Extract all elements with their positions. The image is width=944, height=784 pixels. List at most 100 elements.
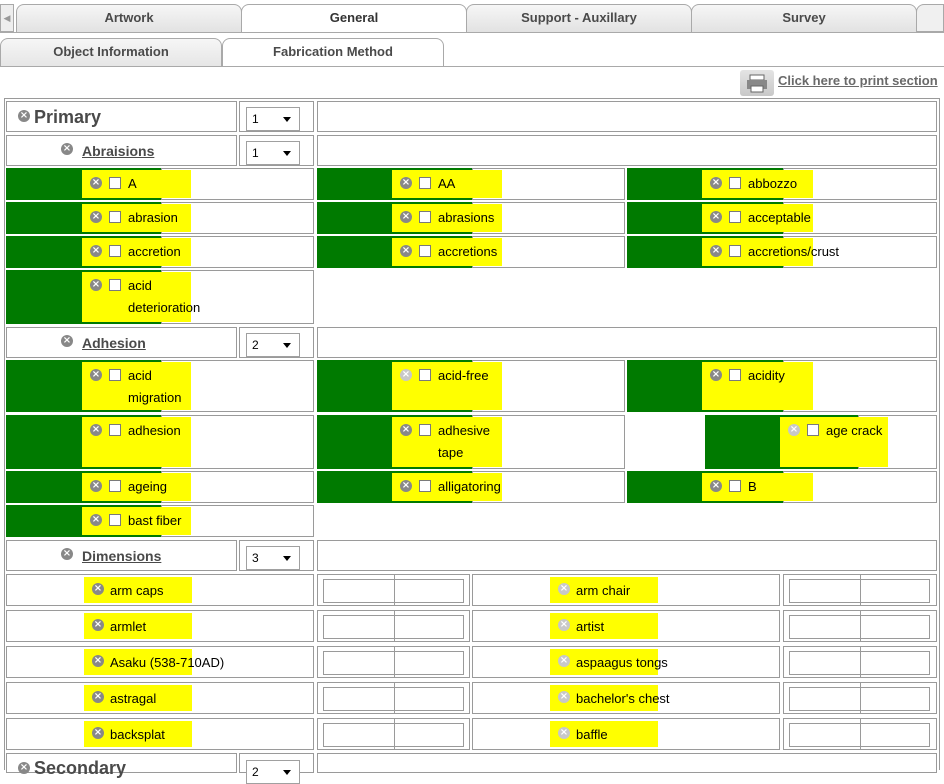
item-checkbox[interactable]: [729, 369, 741, 381]
remove-icon[interactable]: ×: [90, 424, 102, 436]
tab-divider: [0, 32, 944, 33]
remove-icon[interactable]: ×: [400, 369, 412, 381]
secondary-header-fill: [317, 753, 937, 773]
remove-icon[interactable]: ×: [90, 245, 102, 257]
item-label: bast fiber: [128, 513, 182, 528]
item-checkbox[interactable]: [109, 369, 121, 381]
remove-icon[interactable]: ×: [92, 619, 104, 631]
item-label: arm chair: [576, 583, 631, 598]
remove-icon[interactable]: ×: [558, 583, 570, 595]
remove-icon[interactable]: ×: [61, 548, 73, 560]
item-checkbox[interactable]: [419, 177, 431, 189]
item-checkbox[interactable]: [729, 211, 741, 223]
item-label: bachelor's chest: [576, 691, 670, 706]
section-title[interactable]: Dimensions: [82, 548, 161, 564]
item-label: aspaagus tongs: [576, 655, 668, 670]
remove-icon[interactable]: ×: [400, 177, 412, 189]
primary-title: Primary: [34, 107, 102, 127]
item-checkbox[interactable]: [807, 424, 819, 436]
item-checkbox[interactable]: [109, 514, 121, 526]
remove-icon[interactable]: ×: [400, 211, 412, 223]
item-label: artist: [576, 619, 605, 634]
tab-artwork[interactable]: Artwork: [16, 4, 242, 32]
remove-icon[interactable]: ×: [710, 369, 722, 381]
section-header-fill: [317, 327, 937, 358]
secondary-count-select[interactable]: 2: [246, 760, 300, 784]
item-checkbox[interactable]: [109, 245, 121, 257]
item-checkbox[interactable]: [109, 177, 121, 189]
item-checkbox[interactable]: [109, 424, 121, 436]
remove-icon[interactable]: ×: [92, 727, 104, 739]
section-title[interactable]: Abraisions: [82, 143, 154, 159]
remove-icon[interactable]: ×: [90, 369, 102, 381]
remove-icon[interactable]: ×: [61, 335, 73, 347]
remove-icon[interactable]: ×: [558, 655, 570, 667]
tab-scroll-right[interactable]: [916, 4, 944, 32]
tab-general[interactable]: General: [241, 4, 467, 32]
item-label: Asaku (538-710AD): [110, 655, 225, 670]
item-label: arm caps: [110, 583, 164, 598]
remove-icon[interactable]: ×: [400, 245, 412, 257]
remove-icon[interactable]: ×: [18, 762, 30, 774]
remove-icon[interactable]: ×: [710, 211, 722, 223]
remove-icon[interactable]: ×: [558, 727, 570, 739]
subtab-object-information[interactable]: Object Information: [0, 38, 222, 66]
remove-icon[interactable]: ×: [710, 480, 722, 492]
cell-divider: [394, 611, 395, 641]
remove-icon[interactable]: ×: [558, 619, 570, 631]
subtab-fabrication-method[interactable]: Fabrication Method: [222, 38, 444, 66]
remove-icon[interactable]: ×: [90, 514, 102, 526]
item-label: alligatoring: [438, 479, 501, 494]
section-count-select[interactable]: 2: [246, 333, 300, 357]
remove-icon[interactable]: ×: [61, 143, 73, 155]
remove-icon[interactable]: ×: [92, 655, 104, 667]
cell-divider: [394, 719, 395, 749]
item-label: age crack: [826, 423, 883, 438]
section-title[interactable]: Adhesion: [82, 335, 146, 351]
item-label: accretions/crust: [748, 244, 840, 259]
cell-divider: [860, 575, 861, 605]
remove-icon[interactable]: ×: [558, 691, 570, 703]
cell-divider: [860, 647, 861, 677]
remove-icon[interactable]: ×: [788, 424, 800, 436]
item-checkbox[interactable]: [729, 480, 741, 492]
remove-icon[interactable]: ×: [400, 424, 412, 436]
remove-icon[interactable]: ×: [90, 279, 102, 291]
item-checkbox[interactable]: [419, 245, 431, 257]
item-checkbox[interactable]: [419, 211, 431, 223]
item-checkbox[interactable]: [729, 177, 741, 189]
remove-icon[interactable]: ×: [18, 110, 30, 122]
section-count-select[interactable]: 3: [246, 546, 300, 570]
cell-divider: [860, 611, 861, 641]
item-checkbox[interactable]: [419, 369, 431, 381]
remove-icon[interactable]: ×: [90, 211, 102, 223]
item-checkbox[interactable]: [419, 424, 431, 436]
tab-scroll-left[interactable]: ◀: [0, 4, 14, 32]
tab-support-auxillary[interactable]: Support - Auxillary: [466, 4, 692, 32]
primary-count-select[interactable]: 1: [246, 107, 300, 131]
remove-icon[interactable]: ×: [710, 245, 722, 257]
item-label: astragal: [110, 691, 157, 706]
item-label: acidity: [748, 368, 785, 383]
section-count-select[interactable]: 1: [246, 141, 300, 165]
primary-header-fill: [317, 101, 937, 132]
secondary-title: Secondary: [34, 758, 127, 778]
item-label: baffle: [576, 727, 608, 742]
item-checkbox[interactable]: [109, 279, 121, 291]
printer-icon[interactable]: [740, 70, 774, 96]
item-checkbox[interactable]: [419, 480, 431, 492]
tab-survey[interactable]: Survey: [691, 4, 917, 32]
cell-divider: [860, 683, 861, 713]
print-section-link[interactable]: Click here to print section: [778, 73, 938, 88]
remove-icon[interactable]: ×: [92, 583, 104, 595]
item-checkbox[interactable]: [729, 245, 741, 257]
subtab-divider: [0, 66, 944, 67]
remove-icon[interactable]: ×: [400, 480, 412, 492]
item-checkbox[interactable]: [109, 211, 121, 223]
item-label: abbozzo: [748, 176, 798, 191]
remove-icon[interactable]: ×: [90, 480, 102, 492]
remove-icon[interactable]: ×: [92, 691, 104, 703]
remove-icon[interactable]: ×: [710, 177, 722, 189]
remove-icon[interactable]: ×: [90, 177, 102, 189]
item-checkbox[interactable]: [109, 480, 121, 492]
